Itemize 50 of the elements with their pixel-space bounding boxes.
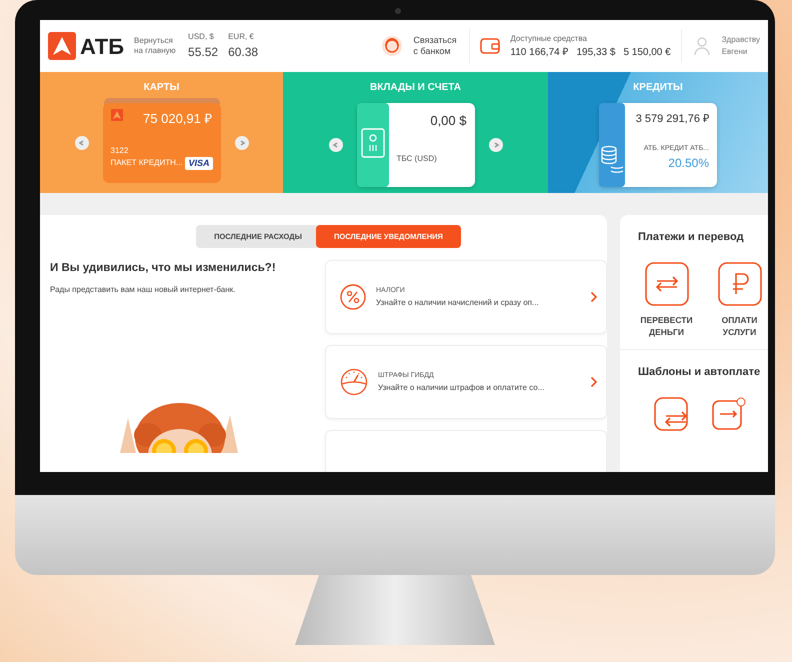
safe-icon bbox=[356, 103, 388, 187]
speedometer-icon bbox=[340, 368, 368, 396]
card-name: ПАКЕТ КРЕДИТН... bbox=[110, 157, 183, 170]
exchange-rate: 55.52 bbox=[188, 44, 218, 61]
coins-icon bbox=[599, 103, 625, 187]
logo-icon bbox=[110, 109, 122, 121]
loan-balance: 3 579 291,76 ₽ bbox=[634, 112, 709, 127]
percent-icon bbox=[340, 284, 366, 310]
currency-label: USD, $ bbox=[188, 31, 215, 43]
card-number: 3122 bbox=[110, 144, 130, 156]
user-icon[interactable] bbox=[692, 35, 712, 57]
notification-text: Узнайте о наличии начислений и сразу оп... bbox=[376, 296, 540, 308]
bank-card[interactable]: 75 020,91 ₽ 3122 ПАКЕТ КРЕДИТН... VISA bbox=[102, 103, 220, 183]
transfer-clock-icon[interactable] bbox=[712, 396, 746, 430]
section-title: Шаблоны и автоплате bbox=[638, 365, 762, 380]
camera-icon bbox=[395, 8, 401, 14]
ruble-icon[interactable] bbox=[718, 262, 762, 306]
notification-text: Узнайте о наличии штрафов и оплатите со... bbox=[378, 382, 546, 394]
deposit-card[interactable]: 0,00 $ ТБС (USD) bbox=[356, 103, 474, 187]
action-link[interactable]: ОПЛАТИ УСЛУГИ bbox=[711, 314, 768, 339]
funds-amount: 195,33 $ bbox=[576, 46, 616, 60]
deposit-name: ТБС (USD) bbox=[396, 153, 438, 165]
funds-label: Доступные средства bbox=[510, 32, 588, 44]
funds-amount: 5 150,00 € bbox=[623, 46, 671, 60]
user-name: Евгени bbox=[722, 46, 748, 58]
contact-bank-link[interactable]: Связаться с банком bbox=[413, 35, 460, 57]
chevron-right-icon bbox=[590, 291, 598, 304]
card-balance: 75 020,91 ₽ bbox=[143, 110, 212, 128]
chevron-right-icon bbox=[590, 376, 598, 388]
action-link[interactable]: ПЕРЕВЕСТИ ДЕНЬГИ bbox=[638, 314, 695, 339]
deposit-balance: 0,00 $ bbox=[429, 112, 466, 130]
exchange-rate: 60.38 bbox=[228, 44, 258, 61]
funds-amount: 110 166,74 ₽ bbox=[510, 46, 568, 60]
previous-button[interactable] bbox=[74, 136, 88, 150]
logo-icon bbox=[48, 32, 76, 60]
promo-title: И Вы удивились, что мы изменились?! bbox=[50, 261, 277, 276]
previous-button[interactable] bbox=[328, 138, 342, 152]
next-button[interactable] bbox=[488, 138, 502, 152]
transfer-arrows-icon[interactable] bbox=[644, 262, 688, 306]
greeting-text: Здравству bbox=[722, 34, 760, 46]
transfer-arrows-icon[interactable] bbox=[654, 396, 688, 430]
currency-label: EUR, € bbox=[228, 31, 255, 43]
logo-text: АТБ bbox=[80, 32, 124, 60]
section-title: Платежи и перевод bbox=[638, 230, 745, 245]
interest-rate: 20.50% bbox=[667, 155, 709, 172]
promo-text: Рады представить вам наш новый интернет-банк. bbox=[50, 284, 236, 296]
back-link[interactable]: Вернуться на главную bbox=[134, 36, 178, 56]
wallet-icon bbox=[480, 37, 500, 55]
next-button[interactable] bbox=[234, 136, 248, 150]
card-brand: VISA bbox=[185, 156, 212, 170]
